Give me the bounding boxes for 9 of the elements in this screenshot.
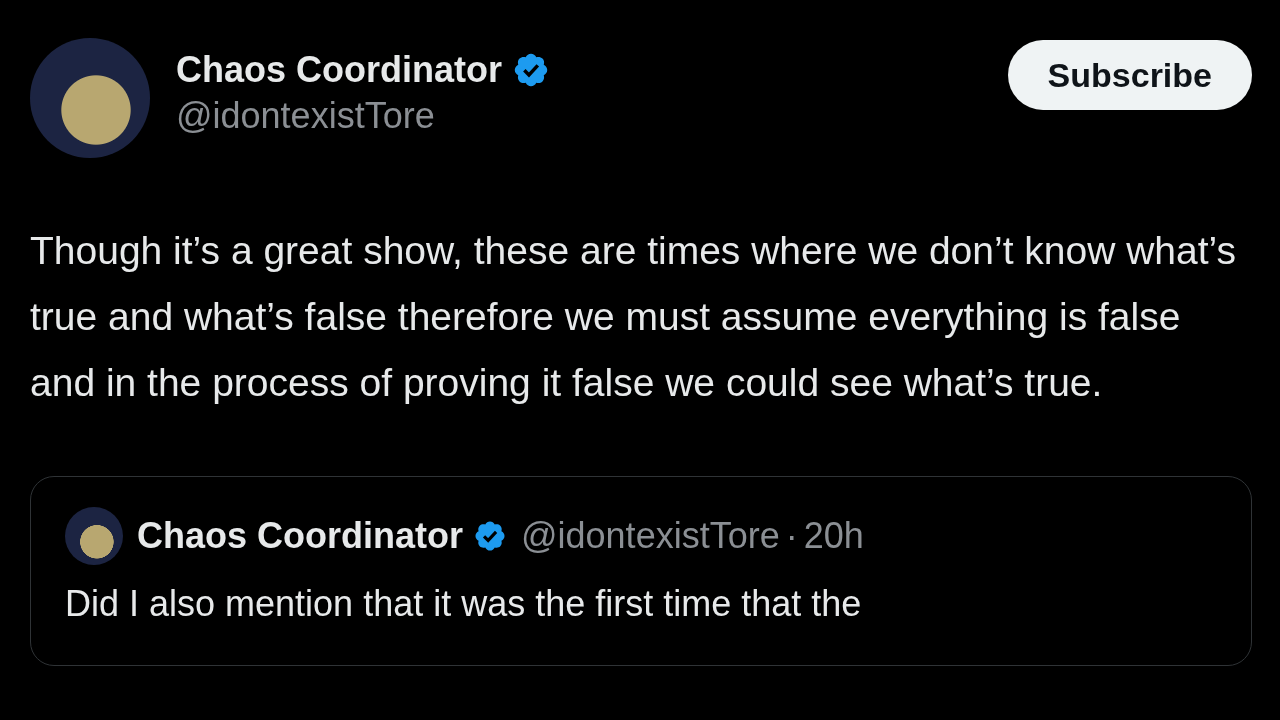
quoted-author-handle: @idontexistTore	[521, 515, 780, 557]
quoted-post-text: Did I also mention that it was the first time that the	[65, 583, 863, 625]
author-name: Chaos Coordinator	[176, 49, 502, 91]
separator-dot: ·	[785, 515, 798, 557]
post-text: Though it’s a great show, these are times where we don’t know what’s true and what’s false therefore we must assume everything is false and in the process of proving it false we could see what’s true.	[30, 228, 1238, 406]
quoted-author-name: Chaos Coordinator	[137, 515, 463, 557]
subscribe-button[interactable]: Subscribe	[1007, 40, 1252, 110]
post-time: 20h	[803, 515, 864, 557]
author-handle: @idontexistTore	[176, 95, 436, 137]
